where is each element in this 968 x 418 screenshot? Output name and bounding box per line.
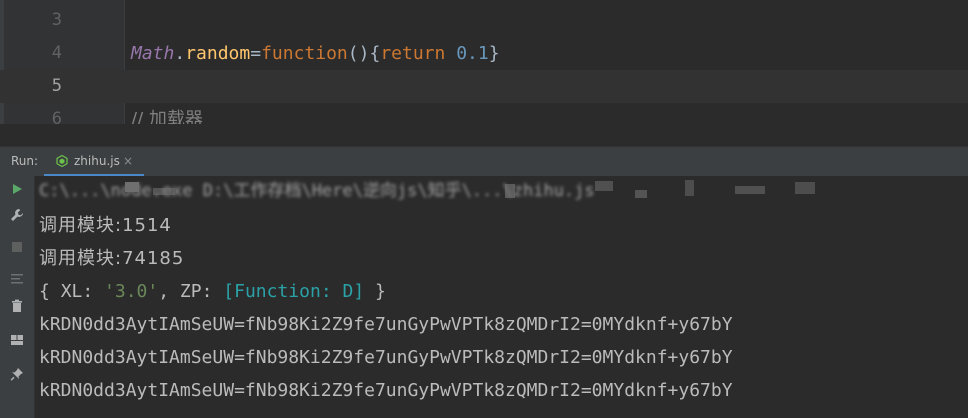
token-brace-close: } xyxy=(488,43,500,64)
token-property: random xyxy=(185,43,251,64)
token-keyword-function: function xyxy=(261,43,348,64)
console-output-line: 调用模块:74185 xyxy=(39,248,185,269)
line-number: 5 xyxy=(51,76,62,96)
run-tool-window-header: Run: zhihu.js × xyxy=(0,146,968,177)
object-separator: , xyxy=(158,281,180,302)
run-tab-zhihu[interactable]: zhihu.js × xyxy=(44,147,144,176)
token-number: 0.1 xyxy=(456,43,489,64)
close-icon[interactable]: × xyxy=(123,147,133,175)
object-close: } xyxy=(364,281,386,302)
console-token-line: kRDN0dd3AytIAmSeUW=fNb98Ki2Z9fe7unGyPwVP… xyxy=(39,347,733,368)
code-line-5-current[interactable]: 5 xyxy=(0,70,968,103)
layout-icon[interactable] xyxy=(7,330,27,350)
run-console-output[interactable]: C:\...\node.exe D:\工作存档\Here\逆向js\知乎\...… xyxy=(35,176,968,418)
line-number: 6 xyxy=(51,109,62,124)
object-key: XL: xyxy=(60,281,105,302)
token-object: Math xyxy=(131,43,175,64)
run-side-toolbar xyxy=(0,176,35,418)
token-brace-open: { xyxy=(369,43,381,64)
tab-label: zhihu.js xyxy=(74,154,120,168)
wrench-icon[interactable] xyxy=(7,205,27,225)
object-open: { xyxy=(39,281,61,302)
code-text: Math.random=function(){return 0.1} xyxy=(131,37,500,70)
code-editor[interactable]: 3 4 Math.random=function(){return 0.1} 5… xyxy=(0,0,968,124)
comment-text: 加载器 xyxy=(148,109,203,124)
console-token-line: kRDN0dd3AytIAmSeUW=fNb98Ki2Z9fe7unGyPwVP… xyxy=(39,380,733,401)
line-number: 3 xyxy=(51,10,62,30)
pin-icon[interactable] xyxy=(7,364,27,384)
object-key: ZP: xyxy=(179,281,224,302)
console-output-line: 调用模块:1514 xyxy=(39,215,172,236)
token-parens: () xyxy=(347,43,370,64)
object-string-value: '3.0' xyxy=(104,281,159,302)
code-line-3[interactable]: 3 xyxy=(0,4,968,37)
code-line-4[interactable]: 4 Math.random=function(){return 0.1} xyxy=(0,37,968,70)
code-line-6[interactable]: 6 // 加载器 xyxy=(0,103,968,124)
console-object-line: { XL: '3.0', ZP: [Function: D] } xyxy=(39,275,386,308)
line-number: 4 xyxy=(51,43,62,63)
token-assign: = xyxy=(250,43,262,64)
token-dot: . xyxy=(174,43,186,64)
stop-icon[interactable] xyxy=(7,237,27,257)
token-keyword-return: return xyxy=(380,43,446,64)
object-function-value: [Function: D] xyxy=(223,281,365,302)
code-comment: // 加载器 xyxy=(131,103,203,124)
comment-prefix: // xyxy=(131,109,144,124)
nodejs-icon xyxy=(56,155,68,167)
sort-icon[interactable] xyxy=(7,269,27,289)
run-label: Run: xyxy=(11,154,39,168)
trash-icon[interactable] xyxy=(7,296,27,316)
console-token-line: kRDN0dd3AytIAmSeUW=fNb98Ki2Z9fe7unGyPwVP… xyxy=(39,314,733,335)
run-icon[interactable] xyxy=(7,179,27,199)
